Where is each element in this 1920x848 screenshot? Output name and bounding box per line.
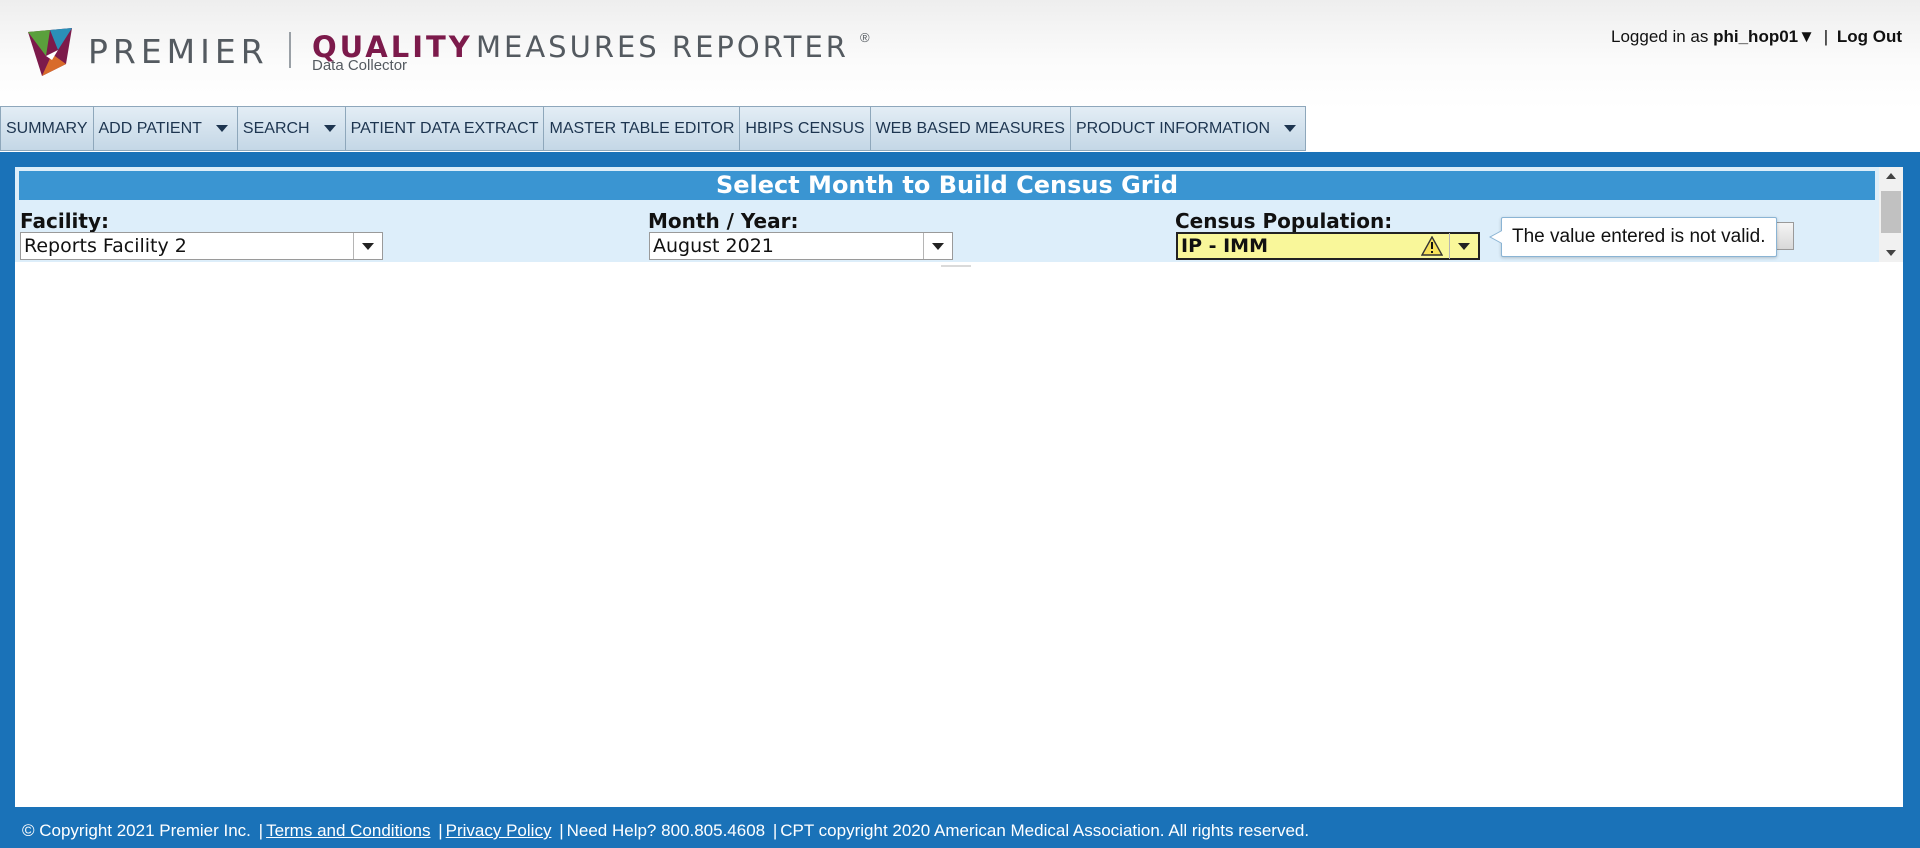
separator: | <box>1823 27 1829 46</box>
scroll-up-button[interactable] <box>1879 167 1903 185</box>
nav-hbips-census[interactable]: HBIPS CENSUS <box>740 107 871 150</box>
month-year-label: Month / Year: <box>648 209 799 233</box>
vertical-scrollbar[interactable] <box>1879 167 1903 262</box>
brand-name: PREMIER <box>88 32 269 71</box>
chevron-up-icon <box>1886 173 1896 179</box>
cpt-copyright: CPT copyright 2020 American Medical Asso… <box>780 821 1310 840</box>
nav-label: ADD PATIENT <box>98 119 202 137</box>
census-population-select[interactable]: IP - IMM <box>1176 232 1480 260</box>
nav-label: PATIENT DATA EXTRACT <box>350 119 539 137</box>
warning-icon <box>1421 236 1443 256</box>
nav-label: SUMMARY <box>6 119 88 137</box>
panel-title: Select Month to Build Census Grid <box>19 171 1875 200</box>
separator: | <box>258 821 264 840</box>
validation-tooltip: The value entered is not valid. <box>1489 217 1777 257</box>
username-menu[interactable]: phi_hop01▼ <box>1713 27 1815 46</box>
nav-master-table-editor[interactable]: MASTER TABLE EDITOR <box>544 107 741 150</box>
app-header: PREMIER QUALITY MEASURES REPORTER ® Data… <box>0 0 1920 152</box>
census-filter-area: Select Month to Build Census Grid Facili… <box>15 167 1879 267</box>
user-area: Logged in as phi_hop01▼ | Log Out <box>1611 27 1902 47</box>
privacy-link[interactable]: Privacy Policy <box>446 821 552 840</box>
content-panel: Select Month to Build Census Grid Facili… <box>15 167 1903 807</box>
nav-add-patient[interactable]: ADD PATIENT <box>93 107 238 150</box>
census-population-value: IP - IMM <box>1181 235 1268 257</box>
chevron-down-icon <box>323 125 336 132</box>
nav-label: MASTER TABLE EDITOR <box>549 119 735 137</box>
user-menu-caret-icon: ▼ <box>1798 27 1815 46</box>
nav-label: PRODUCT INFORMATION <box>1075 119 1271 137</box>
facility-dropdown-button[interactable] <box>353 233 382 259</box>
logout-link[interactable]: Log Out <box>1837 27 1902 46</box>
product-measures-reporter: MEASURES REPORTER <box>476 30 849 64</box>
copyright-text: © Copyright 2021 Premier Inc. <box>22 821 251 840</box>
facility-value: Reports Facility 2 <box>24 235 187 257</box>
month-year-select[interactable]: August 2021 <box>649 232 953 260</box>
facility-label: Facility: <box>20 209 110 233</box>
month-year-value: August 2021 <box>653 235 774 257</box>
registered-mark: ® <box>860 30 870 45</box>
census-population-dropdown-button[interactable] <box>1449 233 1478 259</box>
brand-divider <box>289 32 291 68</box>
chevron-down-icon <box>932 242 944 250</box>
nav-label: HBIPS CENSUS <box>745 119 865 137</box>
nav-web-based-measures[interactable]: WEB BASED MEASURES <box>870 107 1071 150</box>
main-nav: SUMMARY ADD PATIENT SEARCH PATIENT DATA … <box>0 106 1307 151</box>
separator: | <box>438 821 443 840</box>
facility-select[interactable]: Reports Facility 2 <box>20 232 383 260</box>
nav-search[interactable]: SEARCH <box>237 107 346 150</box>
chevron-down-icon <box>362 242 374 250</box>
nav-summary[interactable]: SUMMARY <box>1 107 94 150</box>
help-text: Need Help? 800.805.4608 <box>566 821 766 840</box>
separator: | <box>772 821 778 840</box>
chevron-down-icon <box>1458 242 1470 250</box>
logged-in-label: Logged in as <box>1611 27 1709 46</box>
nav-patient-data-extract[interactable]: PATIENT DATA EXTRACT <box>345 107 545 150</box>
footer: © Copyright 2021 Premier Inc. | Terms and… <box>22 821 1309 841</box>
census-population-label: Census Population: <box>1175 209 1393 233</box>
premier-logo-icon <box>28 28 72 76</box>
separator: | <box>559 821 564 840</box>
nav-label: WEB BASED MEASURES <box>875 119 1065 137</box>
nav-product-information[interactable]: PRODUCT INFORMATION <box>1070 107 1306 150</box>
month-year-dropdown-button[interactable] <box>923 233 952 259</box>
username: phi_hop01 <box>1713 27 1799 46</box>
divider <box>941 265 971 267</box>
product-subtitle: Data Collector <box>312 57 408 74</box>
scroll-down-button[interactable] <box>1879 244 1903 262</box>
chevron-down-icon <box>1886 250 1896 256</box>
chevron-down-icon <box>1284 125 1297 132</box>
terms-link[interactable]: Terms and Conditions <box>266 821 430 840</box>
nav-label: SEARCH <box>242 119 310 137</box>
scrollbar-thumb[interactable] <box>1881 191 1901 233</box>
chevron-down-icon <box>215 125 228 132</box>
